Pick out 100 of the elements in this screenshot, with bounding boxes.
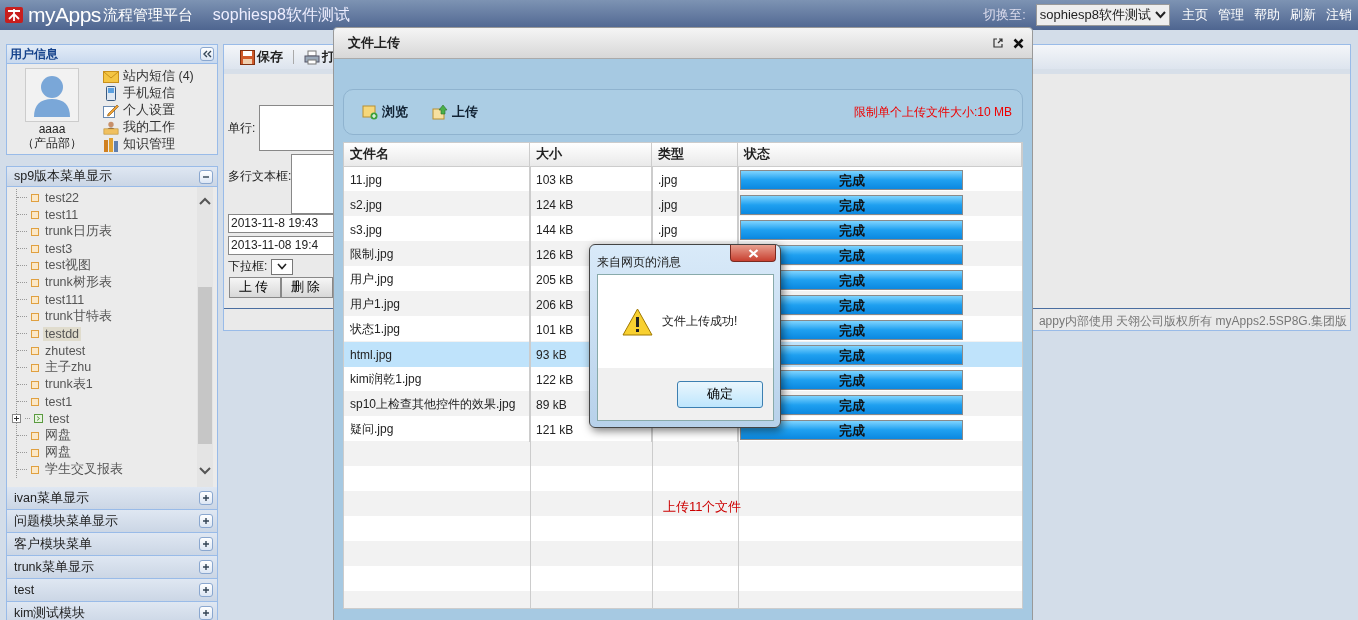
expand-button[interactable] [199, 514, 213, 528]
expand-button[interactable] [199, 583, 213, 597]
tree-item[interactable]: test [47, 411, 72, 426]
app-title: sophiesp8软件测试 [212, 4, 350, 25]
tree-item[interactable]: trunk树形表 [43, 274, 114, 291]
pencil-note-icon [103, 103, 119, 118]
toolbar-button[interactable]: 打 [300, 48, 339, 66]
user-link[interactable]: 手机短信 [123, 85, 175, 102]
form-button[interactable]: 上传 [229, 277, 281, 298]
dropdown-field[interactable] [271, 258, 294, 275]
table-cell: .jpg [658, 222, 678, 237]
size-limit-note: 限制单个上传文件大小:10 MB [854, 103, 1012, 121]
ok-button[interactable]: 确定 [677, 380, 763, 408]
column-header: 类型 [652, 143, 738, 166]
scrollbar[interactable] [197, 187, 213, 487]
tree-item[interactable]: 网盘 [43, 427, 73, 444]
tree-item[interactable]: test11 [43, 207, 81, 222]
popout-icon [993, 38, 1003, 48]
logo-icon [4, 5, 24, 25]
status-label: 完成 [838, 372, 865, 390]
menu-section-title: trunk菜单显示 [14, 558, 94, 576]
upload-arrow-icon [432, 104, 448, 120]
nav-link[interactable]: 管理 [1218, 6, 1244, 24]
tree-item[interactable]: testdd [43, 326, 82, 341]
menu-section-title: kim测试模块 [14, 604, 86, 620]
menu-section-title: 客户模块菜单 [14, 535, 92, 553]
status-label: 完成 [838, 247, 865, 265]
warning-icon [622, 307, 653, 336]
user-link[interactable]: 个人设置 [123, 102, 175, 119]
copyright-text: appy内部使用 天翎公司版权所有 myApps2.5SP8G.集团版 [1038, 314, 1347, 328]
toolbar-button[interactable]: 保存 [236, 48, 287, 66]
nav-link[interactable]: 主页 [1182, 6, 1208, 24]
menu-section-header[interactable]: sp9版本菜单显示 [6, 166, 218, 187]
upload-summary: 上传11个文件 [663, 498, 742, 516]
toolbar-button[interactable]: 上传 [432, 103, 478, 121]
menu-section-title: sp9版本菜单显示 [14, 168, 113, 185]
field-label: 多行文本框: [228, 168, 292, 185]
menu-section-header[interactable]: ivan菜单显示 [6, 487, 218, 510]
user-link[interactable]: 站内短信 (4) [123, 68, 194, 85]
logo-subtitle: 流程管理平台 [102, 5, 193, 25]
expand-button[interactable] [199, 560, 213, 574]
tree-item[interactable]: test视图 [43, 257, 94, 274]
date-field[interactable]: 2013-11-08 19:4 [228, 236, 335, 255]
tree-item[interactable]: 网盘 [43, 444, 73, 461]
caret-icon [277, 263, 288, 270]
close-button[interactable] [1013, 37, 1024, 49]
plus-icon [202, 586, 210, 594]
tree-item[interactable]: test22 [43, 190, 82, 205]
column-header: 大小 [530, 143, 652, 166]
popout-button[interactable] [993, 38, 1003, 48]
tree-item[interactable]: test111 [43, 292, 87, 307]
status-label: 完成 [838, 297, 865, 315]
tree-item[interactable]: trunk表1 [43, 376, 95, 393]
status-label: 完成 [838, 422, 865, 440]
tree-item[interactable]: test1 [43, 394, 75, 409]
user-link[interactable]: 知识管理 [123, 136, 175, 153]
plus-icon [202, 517, 210, 525]
dialog-title: 文件上传 [348, 34, 400, 52]
toolbar-button[interactable]: 浏览 [362, 103, 408, 121]
nav-link[interactable]: 帮助 [1254, 6, 1280, 24]
menu-section-header[interactable]: 客户模块菜单 [6, 533, 218, 556]
close-button[interactable] [730, 245, 776, 262]
expand-icon[interactable] [12, 414, 21, 423]
envelope-icon [103, 70, 119, 83]
tree-item[interactable]: 学生交叉报表 [43, 461, 125, 478]
tree-item[interactable]: 主子zhu [43, 359, 94, 376]
collapse-button[interactable] [200, 47, 214, 61]
expand-button[interactable] [199, 537, 213, 551]
column-header: 状态 [738, 143, 1022, 166]
tree-item[interactable]: trunk甘特表 [43, 308, 114, 325]
double-chevron-icon [202, 50, 212, 58]
menu-section-header[interactable]: trunk菜单显示 [6, 556, 218, 579]
node-icon [34, 414, 43, 423]
nav-link[interactable]: 刷新 [1290, 6, 1316, 24]
status-label: 完成 [838, 172, 865, 190]
status-label: 完成 [838, 197, 865, 215]
column-header: 文件名 [344, 143, 530, 166]
menu-section-header[interactable]: 问题模块菜单显示 [6, 510, 218, 533]
expand-button[interactable] [199, 491, 213, 505]
nav-link[interactable]: 注销 [1326, 6, 1352, 24]
expand-button[interactable] [199, 606, 213, 620]
tree-item[interactable]: zhutest [43, 343, 88, 358]
table-cell[interactable]: html.jpg [344, 342, 530, 367]
person-desk-icon [103, 120, 119, 135]
plus-icon [202, 540, 210, 548]
menu-section-header[interactable]: test [6, 579, 218, 602]
tree-item[interactable]: test3 [43, 241, 75, 256]
logo-text: myApps [28, 3, 101, 27]
app-switch-dropdown[interactable]: sophiesp8软件测试 [1035, 4, 1170, 26]
plus-icon [202, 563, 210, 571]
tree-item[interactable]: trunk日历表 [43, 223, 114, 240]
phone-icon [103, 86, 119, 101]
status-label: 完成 [838, 322, 865, 340]
collapse-button[interactable] [199, 169, 213, 184]
date-field[interactable]: 2013-11-8 19:43 [228, 214, 335, 233]
menu-section-title: ivan菜单显示 [14, 489, 89, 507]
close-icon [747, 248, 759, 258]
menu-section-header[interactable]: kim测试模块 [6, 602, 218, 620]
user-link[interactable]: 我的工作 [123, 119, 175, 136]
form-button[interactable]: 删除 [281, 277, 333, 298]
